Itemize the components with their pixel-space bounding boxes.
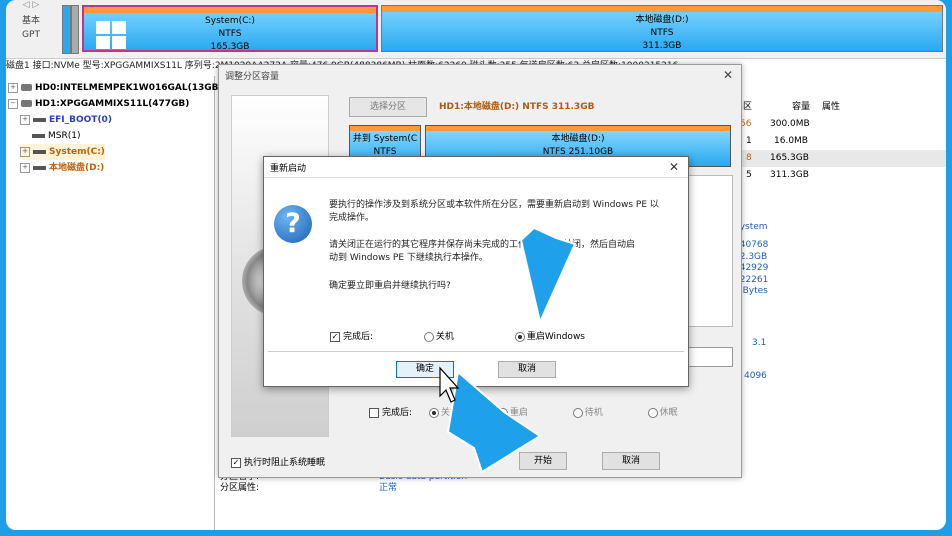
column-header[interactable]: 容量: [792, 98, 810, 116]
partition-icon: [33, 117, 46, 122]
table-row[interactable]: 5 311.3GB: [734, 167, 946, 184]
tree-item-system[interactable]: + System(C:): [20, 144, 105, 160]
radio-shutdown[interactable]: [423, 331, 434, 342]
dialog-title: 重新启动: [270, 164, 307, 174]
table-row[interactable]: 8 165.3GB: [734, 150, 946, 167]
tree-item-efi[interactable]: + EFI_BOOT(0): [20, 112, 112, 128]
hdd-icon: [21, 84, 32, 91]
restart-after-checkbox[interactable]: ✓: [330, 331, 340, 342]
tree-item-d[interactable]: + 本地磁盘(D:): [20, 160, 104, 176]
disk-nav-arrows[interactable]: ◁ ▷: [14, 0, 48, 10]
radio-hibernate[interactable]: [647, 407, 658, 418]
dialog-title: 调整分区容量: [225, 72, 280, 82]
tree-item-msr[interactable]: MSR(1): [32, 128, 80, 144]
expand-icon[interactable]: +: [20, 114, 30, 125]
restart-dialog: 重新启动 ✕ ? 要执行的操作涉及到系统分区或本软件所在分区，需要重新启动到 W…: [263, 156, 689, 387]
disk-map: ◁ ▷ 基本 GPT System(C:) NTFS 165.3GB 本地磁盘(…: [6, 0, 946, 59]
radio-reboot-windows[interactable]: [514, 331, 525, 342]
expand-icon[interactable]: +: [20, 146, 30, 157]
tree-disk1[interactable]: − HD1:XPGGAMMIXS11L(477GB): [8, 96, 189, 112]
partition-label: 本地磁盘(D:): [635, 15, 689, 25]
selected-partition-path: HD1:本地磁盘(D:) NTFS 311.3GB: [439, 102, 595, 112]
partition-fs: NTFS: [218, 29, 242, 39]
msr-partition-block[interactable]: [71, 5, 79, 54]
expand-icon[interactable]: +: [20, 162, 30, 173]
close-icon[interactable]: ✕: [669, 160, 679, 174]
efi-partition-block[interactable]: [62, 5, 71, 54]
radio-reboot[interactable]: [497, 407, 508, 418]
start-button[interactable]: 开始: [519, 452, 567, 470]
select-partition-button[interactable]: 选择分区: [349, 97, 427, 117]
cancel-button[interactable]: 取消: [602, 452, 660, 470]
restart-message-1: 要执行的操作涉及到系统分区或本软件所在分区，需要重新启动到 Windows PE…: [329, 200, 659, 223]
table-row[interactable]: 1 16.0MB: [734, 133, 946, 150]
hdd-icon: [21, 100, 32, 107]
partition-icon: [33, 149, 46, 154]
cancel-button[interactable]: 取消: [498, 361, 556, 378]
partition-icon: [32, 133, 45, 138]
ok-button[interactable]: 确定: [396, 361, 454, 378]
question-icon: ?: [274, 205, 312, 243]
radio-standby[interactable]: [572, 407, 583, 418]
partition-size: 311.3GB: [642, 41, 682, 51]
after-completion-checkbox[interactable]: [369, 407, 379, 418]
disk-type-label: 基本 GPT: [14, 14, 48, 42]
column-header[interactable]: 属性: [822, 98, 840, 116]
table-row[interactable]: 56 300.0MB: [734, 116, 946, 133]
tree-disk0[interactable]: + HD0:INTELMEMPEK1W016GAL(13GB: [8, 80, 219, 96]
block-sleep-row[interactable]: ✓ 执行时阻止系统睡眠: [231, 455, 325, 468]
restart-message-2: 请关闭正在运行的其它程序并保存尚未完成的工作，系统将关闭，然后自动启 动到 Wi…: [329, 240, 636, 263]
partition-size: 165.3GB: [210, 42, 250, 52]
expand-icon[interactable]: +: [8, 82, 18, 93]
cluster-size: 4096: [744, 371, 767, 381]
partition-fs: NTFS: [650, 28, 674, 38]
partition-table: 扇区 容量 属性 56 300.0MB 1 16.0MB 8 165.3GB 5…: [734, 98, 946, 188]
partition-icon: [33, 165, 46, 170]
close-icon[interactable]: ✕: [723, 68, 733, 82]
restart-message-3: 确定要立即重启并继续执行吗?: [329, 281, 451, 291]
basic-label: 基本: [21, 16, 40, 26]
disk-tree: + HD0:INTELMEMPEK1W016GAL(13GB − HD1:XPGGA…: [6, 76, 219, 530]
radio-shutdown[interactable]: [428, 407, 439, 418]
after-completion-row: 完成后: 关机 重启 待机 休眠: [369, 405, 678, 418]
collapse-icon[interactable]: −: [8, 98, 18, 109]
restart-after-row: ✓ 完成后: 关机 重启Windows: [330, 331, 585, 342]
fs-version: 3.1: [752, 338, 767, 348]
gpt-label: GPT: [22, 30, 40, 40]
block-sleep-checkbox[interactable]: ✓: [231, 457, 241, 468]
partition-block-d[interactable]: 本地磁盘(D:) NTFS 311.3GB: [381, 5, 943, 52]
app-window: ◁ ▷ 基本 GPT System(C:) NTFS 165.3GB 本地磁盘(…: [6, 0, 946, 530]
partition-label: System(C:): [205, 16, 255, 26]
partition-block-system[interactable]: System(C:) NTFS 165.3GB: [82, 5, 378, 52]
